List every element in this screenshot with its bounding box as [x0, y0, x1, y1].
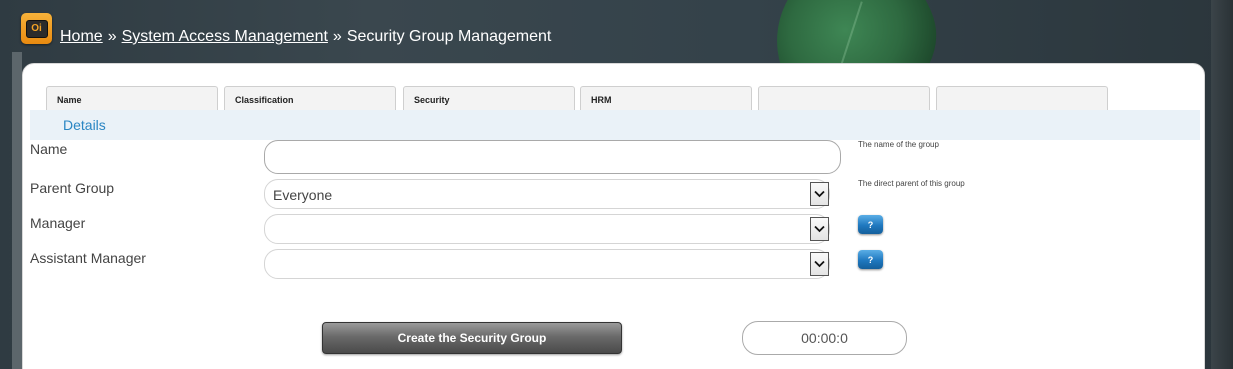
- parent-group-select[interactable]: Everyone: [264, 179, 830, 209]
- assistant-manager-select[interactable]: [264, 249, 830, 279]
- create-security-group-button[interactable]: Create the Security Group: [322, 322, 622, 354]
- manager-help-icon[interactable]: ?: [858, 215, 883, 234]
- breadcrumb-separator: »: [107, 28, 117, 45]
- tab-empty-6[interactable]: [936, 86, 1108, 110]
- breadcrumb: Home» System Access Management» Security G…: [60, 28, 551, 46]
- breadcrumb-current: Security Group Management: [346, 28, 552, 45]
- parent-group-value: Everyone: [273, 187, 333, 203]
- details-section-bar: [30, 110, 1200, 140]
- assistant-manager-label: Assistant Manager: [30, 250, 146, 266]
- name-input[interactable]: [264, 140, 841, 174]
- manager-label: Manager: [30, 215, 86, 231]
- parent-group-label: Parent Group: [30, 180, 115, 196]
- assistant-manager-help-icon[interactable]: ?: [858, 250, 883, 269]
- name-hint: The name of the group: [858, 140, 939, 149]
- details-section-title: Details: [63, 117, 106, 133]
- tab-name[interactable]: Name: [46, 86, 218, 110]
- right-frame-edge: [1211, 0, 1233, 369]
- breadcrumb-system-access-link[interactable]: System Access Management: [122, 28, 328, 45]
- breadcrumb-home-link[interactable]: Home: [60, 28, 103, 45]
- tab-hrm[interactable]: HRM: [580, 86, 752, 110]
- app-logo-mark: Oi: [25, 19, 48, 38]
- left-frame-edge: [12, 52, 22, 369]
- tab-security[interactable]: Security: [403, 86, 575, 110]
- tab-empty-5[interactable]: [758, 86, 930, 110]
- breadcrumb-separator: »: [332, 28, 342, 45]
- chevron-down-icon[interactable]: [810, 252, 829, 276]
- chevron-down-icon[interactable]: [810, 182, 829, 206]
- timer-display: 00:00:0: [742, 321, 907, 355]
- parent-group-hint: The direct parent of this group: [858, 179, 965, 188]
- chevron-down-icon[interactable]: [810, 217, 829, 241]
- app-logo-icon[interactable]: Oi: [21, 13, 52, 44]
- name-label: Name: [30, 141, 68, 157]
- manager-select[interactable]: [264, 214, 830, 244]
- tab-classification[interactable]: Classification: [224, 86, 396, 110]
